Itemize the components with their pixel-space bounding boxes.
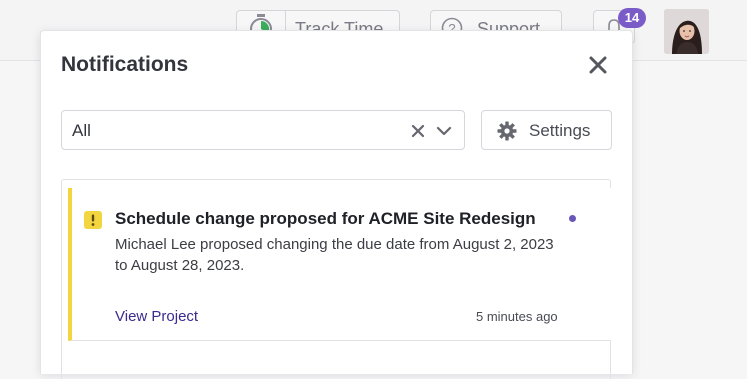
notification-title: Schedule change proposed for ACME Site R… [115,209,536,228]
close-icon [587,56,609,80]
settings-label: Settings [529,121,591,140]
chevron-down-icon[interactable] [436,123,452,137]
gear-icon [497,121,517,141]
filter-value: All [72,121,91,140]
close-button[interactable] [587,54,609,76]
notifications-panel: Notifications All Settings Schedule chan… [40,30,633,379]
notification-filter-select[interactable]: All [61,110,465,150]
notification-list: Schedule change proposed for ACME Site R… [61,179,611,379]
notification-count-badge: 14 [618,8,646,28]
notification-body: Michael Lee proposed changing the due da… [115,236,554,274]
notification-item[interactable]: Schedule change proposed for ACME Site R… [68,188,611,341]
panel-title: Notifications [61,53,189,76]
warning-icon [84,211,102,229]
clear-icon[interactable] [411,123,425,138]
user-avatar[interactable] [664,9,709,54]
notification-timestamp: 5 minutes ago [476,309,558,324]
settings-button[interactable]: Settings [481,110,612,150]
view-project-link[interactable]: View Project [115,308,198,325]
unread-indicator [569,215,576,222]
